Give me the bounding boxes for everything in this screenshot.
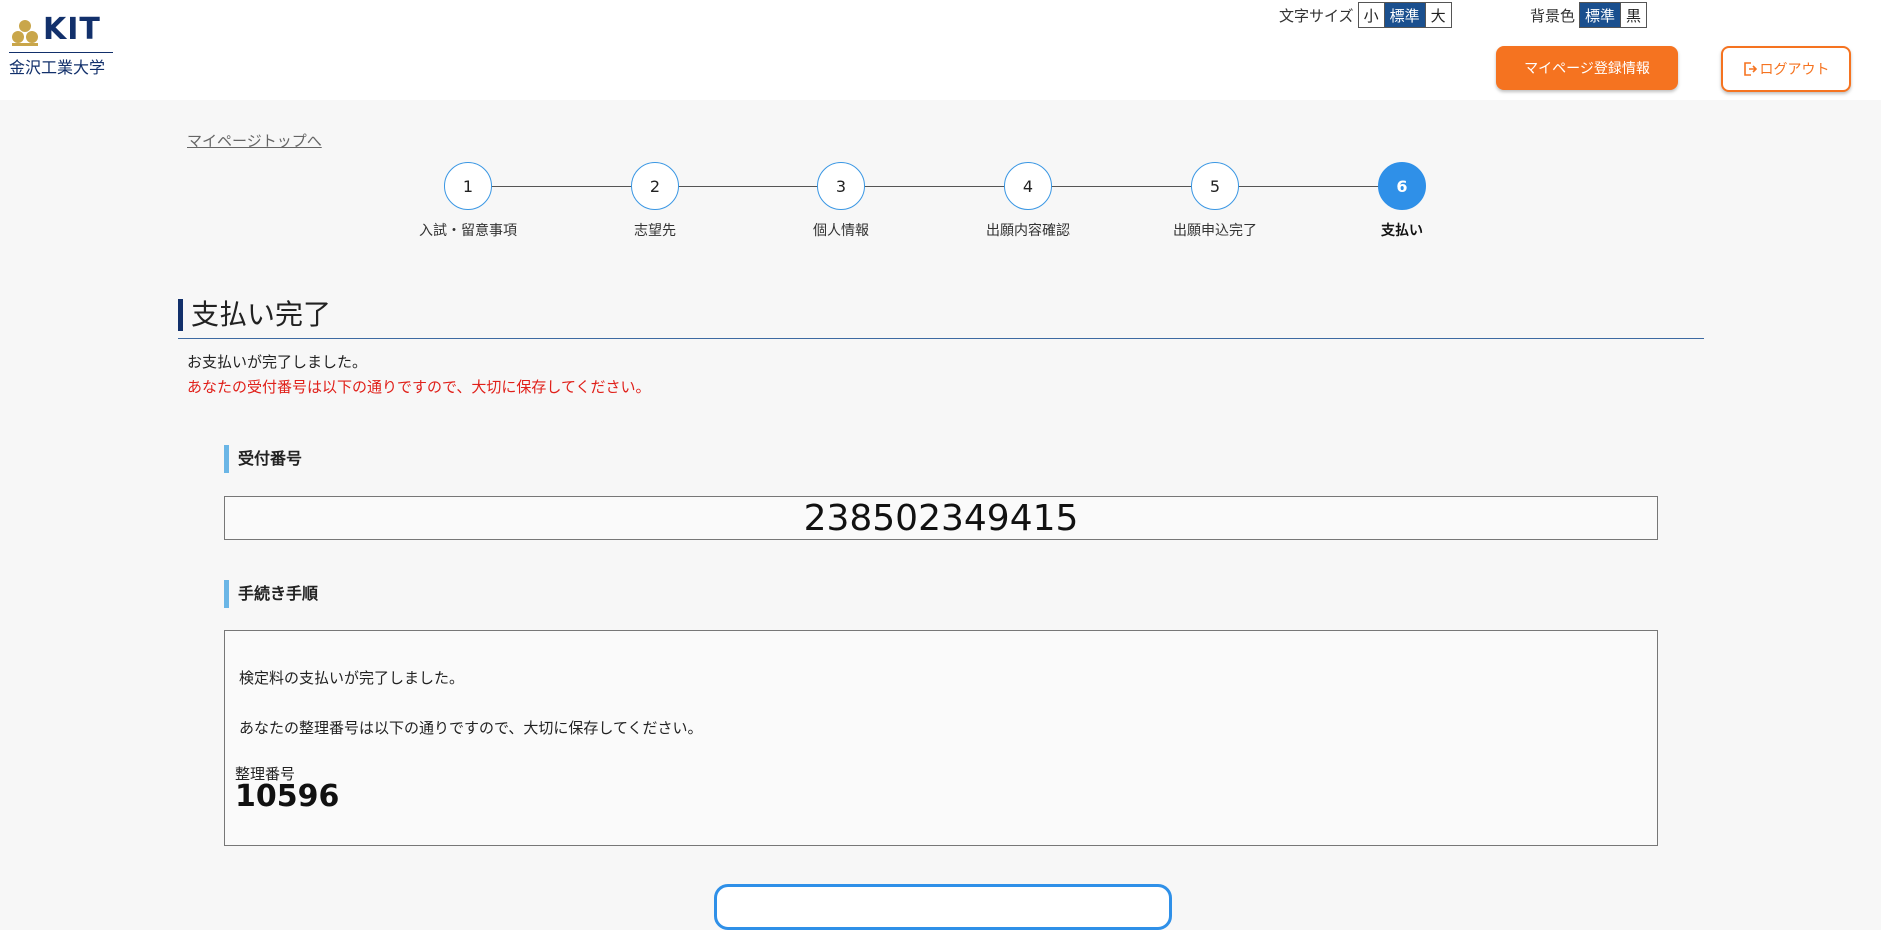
kit-emblem-icon — [12, 20, 38, 46]
bg-color-label: 背景色 — [1530, 6, 1576, 25]
receipt-heading: 受付番号 — [224, 445, 302, 473]
mypage-info-button[interactable]: マイページ登録情報 — [1496, 46, 1678, 90]
step-6-label: 支払い — [1381, 223, 1423, 239]
step-1: 1 入試・留意事項 — [388, 162, 548, 240]
font-size-options: 小 標準 大 — [1357, 2, 1452, 28]
header-bar: KIT 金沢工業大学 文字サイズ 小 標準 大 背景色 標準 黒 マイページ登録… — [0, 0, 1881, 100]
procedure-line-2: あなたの整理番号は以下の通りですので、大切に保存してください。 — [239, 719, 703, 737]
bg-color-control: 背景色 標準 黒 — [1530, 2, 1648, 28]
step-4-circle: 4 — [1004, 162, 1052, 210]
receipt-number-box: 238502349415 — [224, 496, 1658, 540]
reference-number: 10596 — [235, 779, 340, 814]
step-6-circle: 6 — [1378, 162, 1426, 210]
step-3-circle: 3 — [817, 162, 865, 210]
step-5-label: 出願申込完了 — [1173, 223, 1257, 239]
step-4: 4 出願内容確認 — [948, 162, 1108, 240]
step-3-label: 個人情報 — [813, 223, 869, 239]
procedure-line-1: 検定料の支払いが完了しました。 — [239, 669, 465, 687]
logo-divider — [9, 52, 113, 53]
step-2-label: 志望先 — [634, 223, 676, 239]
bg-color-standard[interactable]: 標準 — [1580, 3, 1621, 27]
step-4-label: 出願内容確認 — [986, 223, 1070, 239]
logo-subtitle: 金沢工業大学 — [9, 58, 106, 77]
step-2-circle: 2 — [631, 162, 679, 210]
title-divider — [178, 338, 1704, 339]
step-5: 5 出願申込完了 — [1135, 162, 1295, 240]
step-2: 2 志望先 — [575, 162, 735, 240]
procedure-heading: 手続き手順 — [224, 580, 318, 608]
step-5-circle: 5 — [1191, 162, 1239, 210]
page-title: 支払い完了 — [178, 299, 331, 331]
font-size-control: 文字サイズ 小 標準 大 — [1279, 2, 1452, 28]
logout-label: ログアウト — [1759, 62, 1830, 78]
kit-logo[interactable]: KIT 金沢工業大学 — [9, 12, 115, 77]
receipt-number: 238502349415 — [803, 497, 1079, 539]
logout-icon — [1743, 62, 1757, 76]
font-size-small[interactable]: 小 — [1358, 3, 1384, 27]
logo-text: KIT — [43, 12, 101, 47]
bg-color-options: 標準 黒 — [1579, 2, 1648, 28]
step-6: 6 支払い — [1322, 162, 1482, 240]
procedure-box: 検定料の支払いが完了しました。 あなたの整理番号は以下の通りですので、大切に保存… — [224, 630, 1658, 846]
completion-message: お支払いが完了しました。 — [187, 353, 368, 371]
step-1-circle: 1 — [444, 162, 492, 210]
font-size-standard[interactable]: 標準 — [1383, 3, 1425, 27]
bottom-action-button[interactable] — [714, 884, 1172, 930]
step-3: 3 個人情報 — [761, 162, 921, 240]
mypage-top-link[interactable]: マイページトップへ — [187, 130, 322, 151]
logout-button[interactable]: ログアウト — [1721, 46, 1851, 92]
save-notice: あなたの受付番号は以下の通りですので、大切に保存してください。 — [187, 378, 651, 396]
mypage-info-label: マイページ登録情報 — [1524, 61, 1650, 77]
step-1-label: 入試・留意事項 — [419, 223, 517, 239]
bg-color-black[interactable]: 黒 — [1620, 3, 1647, 27]
font-size-label: 文字サイズ — [1279, 6, 1354, 25]
font-size-large[interactable]: 大 — [1424, 3, 1451, 27]
progress-steps: 1 入試・留意事項 2 志望先 3 個人情報 4 出願内容確認 5 出願申込完了… — [0, 162, 1881, 252]
